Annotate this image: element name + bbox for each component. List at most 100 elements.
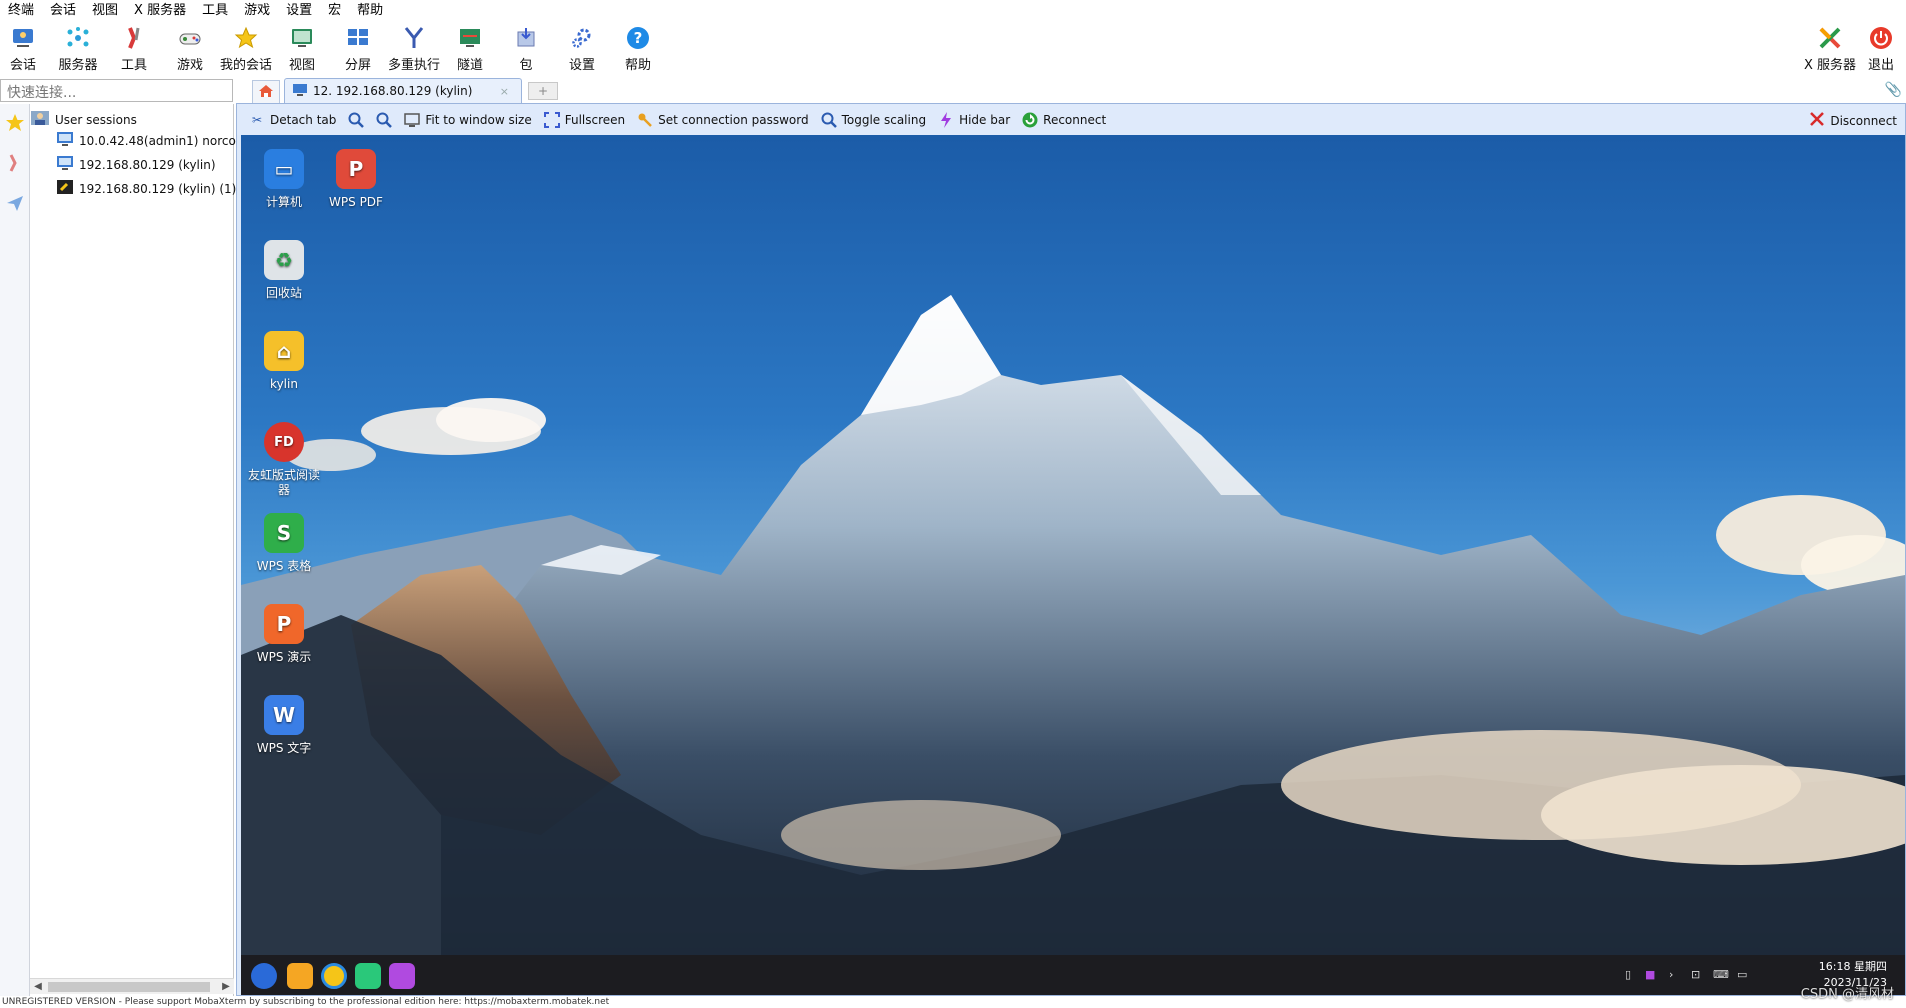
split-icon <box>344 24 372 52</box>
reconnect-icon <box>1022 112 1038 128</box>
desktop-icon-wps-pdf[interactable]: P WPS PDF <box>316 149 396 210</box>
fit-window-icon <box>404 112 421 128</box>
menu-xserver[interactable]: X 服务器 <box>126 0 194 22</box>
watermark: CSDN @清风材 <box>1800 987 1894 1002</box>
help-icon: ? <box>624 24 652 52</box>
toolbar-tools-button[interactable]: 工具 <box>106 24 162 73</box>
monitor-icon <box>57 156 73 173</box>
tools-icon <box>5 153 25 176</box>
menu-view[interactable]: 视图 <box>84 0 126 22</box>
clipboard-icon[interactable]: ▯ <box>1625 968 1631 981</box>
toolbar-settings-button[interactable]: 设置 <box>554 24 610 73</box>
rail-tools[interactable] <box>0 144 30 184</box>
toolbar-my-sessions-button[interactable]: 我的会话 <box>218 24 274 73</box>
computer-icon: ▭ <box>264 149 304 189</box>
zoom-in-button[interactable] <box>348 112 365 128</box>
user-folder-icon <box>31 110 49 129</box>
tab-bar: 12. 192.168.80.129 (kylin) × + 📎 <box>236 78 1906 103</box>
tunnel-icon <box>456 24 484 52</box>
scroll-left-icon[interactable]: ◀ <box>30 979 46 995</box>
tab-session-kylin[interactable]: 12. 192.168.80.129 (kylin) × <box>284 78 522 103</box>
menu-settings[interactable]: 设置 <box>278 0 320 22</box>
app-store-icon[interactable] <box>355 963 381 989</box>
tools-icon <box>120 24 148 52</box>
toolbar-split-button[interactable]: 分屏 <box>330 24 386 73</box>
zoom-out-button[interactable] <box>376 112 393 128</box>
fit-to-window-button[interactable]: Fit to window size <box>404 112 532 128</box>
camera-icon[interactable] <box>389 963 415 989</box>
remote-toolbar: ✂ Detach tab Fit to window size Fullscre… <box>237 104 1905 135</box>
star-icon <box>5 113 25 136</box>
keyboard-icon[interactable]: ⌨ <box>1713 968 1729 981</box>
toolbar-multiexec-button[interactable]: 多重执行 <box>386 24 442 73</box>
menu-terminal[interactable]: 终端 <box>0 0 42 22</box>
network-icon[interactable]: ⊡ <box>1691 968 1700 981</box>
fullscreen-button[interactable]: Fullscreen <box>543 111 625 128</box>
xserver-icon <box>1816 24 1844 52</box>
desktop-icon-recycle-bin[interactable]: ♻ 回收站 <box>244 240 324 301</box>
detach-tab-button[interactable]: ✂ Detach tab <box>249 112 336 128</box>
menu-bar: 终端 会话 视图 X 服务器 工具 游戏 设置 宏 帮助 <box>0 0 1906 22</box>
games-icon <box>176 24 204 52</box>
file-manager-icon[interactable] <box>287 963 313 989</box>
hide-bar-button[interactable]: Hide bar <box>938 111 1010 128</box>
toolbar-exit-button[interactable]: 退出 <box>1856 24 1906 73</box>
quick-connect-input[interactable]: 快速连接... <box>0 79 233 102</box>
paper-plane-icon <box>5 193 25 216</box>
close-x-icon <box>1810 112 1825 129</box>
browser-icon[interactable] <box>321 963 347 989</box>
tree-horizontal-scrollbar[interactable]: ◀ ▶ <box>30 978 234 994</box>
toolbar-view-button[interactable]: 视图 <box>274 24 330 73</box>
presentation-icon: P <box>264 604 304 644</box>
rail-favorites[interactable] <box>0 104 30 144</box>
desktop-icon-wps-presentation[interactable]: P WPS 演示 <box>244 604 324 665</box>
toolbar-session-button[interactable]: 会话 <box>0 24 51 73</box>
session-icon <box>9 24 37 52</box>
session-item[interactable]: 192.168.80.129 (kylin) (1) <box>57 180 236 197</box>
menu-sessions[interactable]: 会话 <box>42 0 84 22</box>
toolbar-xserver-button[interactable]: X 服务器 <box>1800 24 1860 73</box>
remote-desktop[interactable]: ▭ 计算机 P WPS PDF ♻ 回收站 ⌂ kylin FD 友虹版式阅读器… <box>241 135 1905 955</box>
session-item[interactable]: 192.168.80.129 (kylin) <box>57 156 216 173</box>
start-menu-icon[interactable] <box>251 963 277 989</box>
monitor-icon <box>293 83 307 99</box>
paperclip-icon[interactable]: 📎 <box>1885 82 1902 98</box>
user-sessions-folder[interactable]: User sessions <box>31 110 137 129</box>
tab-label: 12. 192.168.80.129 (kylin) <box>313 84 473 98</box>
desktop-icon-kylin-folder[interactable]: ⌂ kylin <box>244 331 324 392</box>
scrollbar-thumb[interactable] <box>48 982 210 992</box>
menu-macros[interactable]: 宏 <box>320 0 349 22</box>
magnifier-icon <box>821 112 837 128</box>
desktop-icon-wps-writer[interactable]: W WPS 文字 <box>244 695 324 756</box>
session-item[interactable]: 10.0.42.48(admin1) norco123 <box>57 132 259 149</box>
side-rail <box>0 104 30 996</box>
toolbar-help-button[interactable]: ? 帮助 <box>610 24 666 73</box>
toolbar-servers-button[interactable]: 服务器 <box>50 24 106 73</box>
tray-app-icon[interactable]: ■ <box>1645 968 1655 981</box>
close-icon[interactable]: × <box>500 85 509 98</box>
set-password-button[interactable]: Set connection password <box>637 112 809 128</box>
desktop-icon-computer[interactable]: ▭ 计算机 <box>244 149 324 210</box>
fullscreen-icon <box>543 111 560 128</box>
desktop-icon-ofd-reader[interactable]: FD 友虹版式阅读器 <box>244 422 324 498</box>
menu-help[interactable]: 帮助 <box>349 0 391 22</box>
menu-tools[interactable]: 工具 <box>194 0 236 22</box>
toggle-scaling-button[interactable]: Toggle scaling <box>821 112 926 128</box>
desktop-icon-wps-sheets[interactable]: S WPS 表格 <box>244 513 324 574</box>
menu-games[interactable]: 游戏 <box>236 0 278 22</box>
chevron-right-icon[interactable]: › <box>1669 968 1673 981</box>
servers-icon <box>64 24 92 52</box>
rail-send[interactable] <box>0 184 30 224</box>
notification-icon[interactable]: ▭ <box>1737 968 1747 981</box>
toolbar-tunnel-button[interactable]: 隧道 <box>442 24 498 73</box>
toolbar-packages-button[interactable]: 包 <box>498 24 554 73</box>
view-icon <box>288 24 316 52</box>
home-tab[interactable] <box>252 80 280 103</box>
disconnect-button[interactable]: Disconnect <box>1810 112 1897 129</box>
zoom-in-icon <box>348 112 365 128</box>
scroll-right-icon[interactable]: ▶ <box>218 979 234 995</box>
toolbar-games-button[interactable]: 游戏 <box>162 24 218 73</box>
reconnect-button[interactable]: Reconnect <box>1022 112 1106 128</box>
new-tab-button[interactable]: + <box>528 82 558 100</box>
main-toolbar: 会话 服务器 工具 游戏 我的会话 视图 分屏 多重执行 隧道 包 设置 ? 帮… <box>0 22 1906 76</box>
